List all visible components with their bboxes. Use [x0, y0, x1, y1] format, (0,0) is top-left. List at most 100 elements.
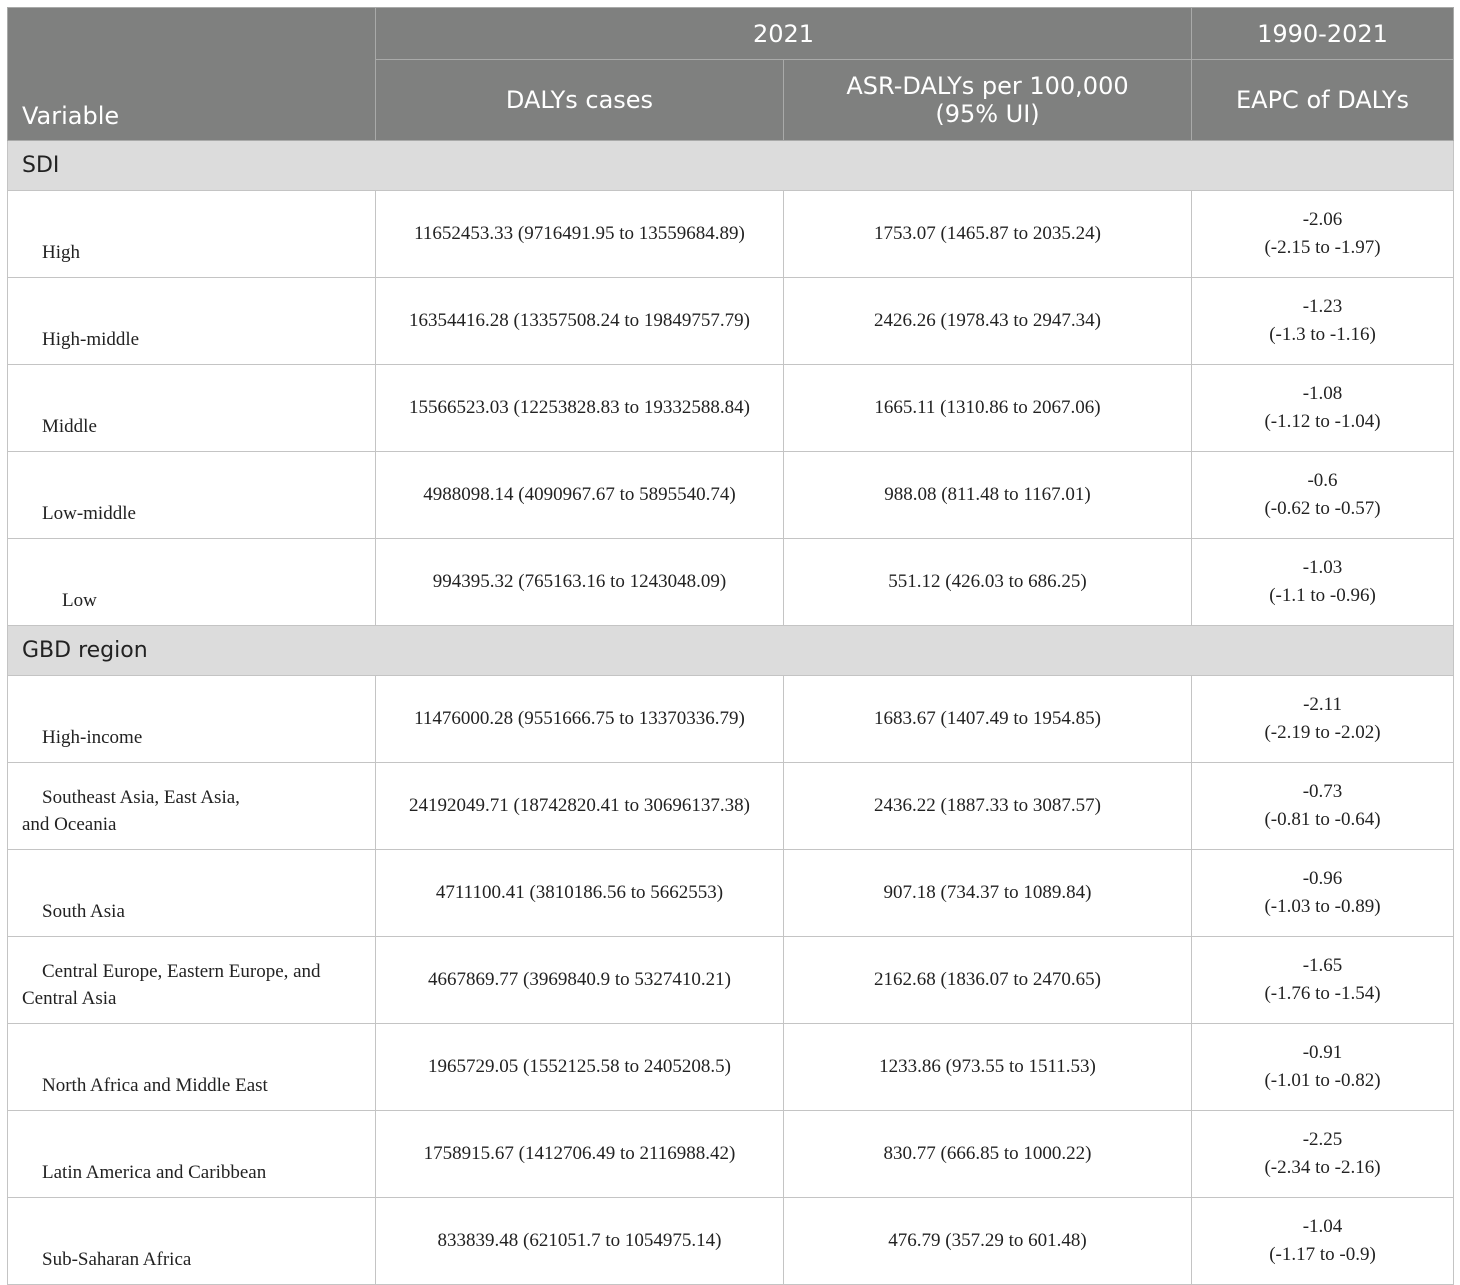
- dalys-cases-cell: 1965729.05 (1552125.58 to 2405208.5): [375, 1023, 784, 1111]
- eapc-interval: (-2.34 to -2.16): [1264, 1157, 1381, 1178]
- eapc-value: -2.11: [1303, 694, 1342, 715]
- eapc-cell: -2.25 (-2.34 to -2.16): [1191, 1110, 1455, 1198]
- eapc-value: -1.04: [1302, 1216, 1343, 1237]
- asr-dalys-cell: 907.18 (734.37 to 1089.84): [782, 849, 1193, 937]
- header-asr-line2: (95% UI): [935, 100, 1040, 128]
- row-label: Low-middle: [7, 451, 376, 539]
- row-label-line1: Latin America and Caribbean: [42, 1162, 267, 1183]
- row-label: Latin America and Caribbean: [7, 1110, 376, 1198]
- eapc-cell: -1.23 (-1.3 to -1.16): [1191, 277, 1455, 365]
- row-label-line2: Central Asia: [22, 988, 117, 1009]
- row-label: Southeast Asia, East Asia, and Oceania: [7, 762, 376, 850]
- table-container: Variable 2021 1990-2021 DALYs cases ASR-…: [6, 7, 1455, 1285]
- table-row: Low-middle 4988098.14 (4090967.67 to 5895…: [7, 451, 1455, 539]
- row-label: Sub-Saharan Africa: [7, 1197, 376, 1285]
- header-asr-dalys: ASR-DALYs per 100,000 (95% UI): [782, 59, 1193, 141]
- row-label-line1: High-middle: [42, 329, 140, 350]
- asr-dalys-cell: 1753.07 (1465.87 to 2035.24): [782, 190, 1193, 278]
- table-header: Variable 2021 1990-2021 DALYs cases ASR-…: [7, 7, 1455, 141]
- eapc-cell: -0.73 (-0.81 to -0.64): [1191, 762, 1455, 850]
- eapc-interval: (-1.1 to -0.96): [1269, 585, 1376, 606]
- eapc-cell: -1.08 (-1.12 to -1.04): [1191, 364, 1455, 452]
- row-label: Central Europe, Eastern Europe, and Centr…: [7, 936, 376, 1024]
- table-row: Low 994395.32 (765163.16 to 1243048.09) 55…: [7, 538, 1455, 626]
- eapc-interval: (-1.3 to -1.16): [1269, 324, 1376, 345]
- section-header-row: SDI: [6, 140, 1455, 191]
- row-label: South Asia: [7, 849, 376, 937]
- table-row: High 11652453.33 (9716491.95 to 13559684.…: [7, 190, 1455, 278]
- section-title: SDI: [6, 140, 1455, 191]
- table-row: South Asia 4711100.41 (3810186.56 to 5662…: [7, 849, 1455, 937]
- row-label-line1: Southeast Asia, East Asia,: [42, 787, 240, 808]
- dalys-cases-cell: 15566523.03 (12253828.83 to 19332588.84): [375, 364, 784, 452]
- row-label-line2: and Oceania: [22, 814, 117, 835]
- asr-dalys-cell: 476.79 (357.29 to 601.48): [782, 1197, 1193, 1285]
- eapc-interval: (-0.62 to -0.57): [1264, 498, 1381, 519]
- dalys-cases-cell: 4711100.41 (3810186.56 to 5662553): [375, 849, 784, 937]
- asr-dalys-cell: 1683.67 (1407.49 to 1954.85): [782, 675, 1193, 763]
- table-row: High-income 11476000.28 (9551666.75 to 13…: [7, 675, 1455, 763]
- asr-dalys-cell: 551.12 (426.03 to 686.25): [782, 538, 1193, 626]
- table-row: Central Europe, Eastern Europe, and Centr…: [7, 936, 1455, 1024]
- row-label-line1: North Africa and Middle East: [42, 1075, 268, 1096]
- row-label-line1: Low-middle: [42, 503, 136, 524]
- table-body: SDI High 11652453.33 (9716491.95 to 135596…: [6, 140, 1455, 1285]
- eapc-value: -0.91: [1302, 1042, 1343, 1063]
- asr-dalys-cell: 1233.86 (973.55 to 1511.53): [782, 1023, 1193, 1111]
- dalys-cases-cell: 4988098.14 (4090967.67 to 5895540.74): [375, 451, 784, 539]
- eapc-cell: -1.03 (-1.1 to -0.96): [1191, 538, 1455, 626]
- eapc-interval: (-1.17 to -0.9): [1269, 1244, 1376, 1265]
- asr-dalys-cell: 2436.22 (1887.33 to 3087.57): [782, 762, 1193, 850]
- eapc-value: -0.96: [1302, 868, 1343, 889]
- eapc-value: -1.65: [1302, 955, 1343, 976]
- table-row: High-middle 16354416.28 (13357508.24 to 1…: [7, 277, 1455, 365]
- eapc-cell: -0.96 (-1.03 to -0.89): [1191, 849, 1455, 937]
- eapc-interval: (-0.81 to -0.64): [1264, 809, 1381, 830]
- table-row: Southeast Asia, East Asia, and Oceania 241…: [7, 762, 1455, 850]
- row-label-line1: Central Europe, Eastern Europe, and: [42, 961, 321, 982]
- eapc-value: -1.23: [1302, 296, 1343, 317]
- eapc-value: -2.25: [1302, 1129, 1343, 1150]
- row-label: High-middle: [7, 277, 376, 365]
- row-label: High: [7, 190, 376, 278]
- header-dalys-cases: DALYs cases: [375, 59, 784, 141]
- header-asr-line1: ASR-DALYs per 100,000: [846, 72, 1129, 100]
- row-label-line1: Low: [62, 590, 97, 611]
- dalys-table: Variable 2021 1990-2021 DALYs cases ASR-…: [6, 7, 1455, 1285]
- eapc-interval: (-1.12 to -1.04): [1264, 411, 1381, 432]
- eapc-value: -2.06: [1302, 209, 1343, 230]
- asr-dalys-cell: 988.08 (811.48 to 1167.01): [782, 451, 1193, 539]
- dalys-cases-cell: 994395.32 (765163.16 to 1243048.09): [375, 538, 784, 626]
- eapc-interval: (-2.15 to -1.97): [1264, 237, 1381, 258]
- eapc-value: -1.03: [1302, 557, 1343, 578]
- table-row: Latin America and Caribbean 1758915.67 (1…: [7, 1110, 1455, 1198]
- dalys-cases-cell: 1758915.67 (1412706.49 to 2116988.42): [375, 1110, 784, 1198]
- section-title: GBD region: [6, 625, 1455, 676]
- row-label: Low: [7, 538, 376, 626]
- row-label-line1: South Asia: [42, 901, 125, 922]
- eapc-interval: (-1.01 to -0.82): [1264, 1070, 1381, 1091]
- eapc-cell: -2.11 (-2.19 to -2.02): [1191, 675, 1455, 763]
- asr-dalys-cell: 830.77 (666.85 to 1000.22): [782, 1110, 1193, 1198]
- dalys-cases-cell: 11476000.28 (9551666.75 to 13370336.79): [375, 675, 784, 763]
- row-label-line1: High-income: [42, 727, 143, 748]
- dalys-cases-cell: 4667869.77 (3969840.9 to 5327410.21): [375, 936, 784, 1024]
- eapc-interval: (-1.76 to -1.54): [1264, 983, 1381, 1004]
- table-row: Middle 15566523.03 (12253828.83 to 193325…: [7, 364, 1455, 452]
- eapc-value: -0.6: [1307, 470, 1338, 491]
- row-label: Middle: [7, 364, 376, 452]
- row-label-line1: Middle: [42, 416, 97, 437]
- row-label-line1: Sub-Saharan Africa: [42, 1249, 192, 1270]
- header-group-trend: 1990-2021: [1191, 7, 1455, 60]
- row-label: High-income: [7, 675, 376, 763]
- eapc-cell: -1.65 (-1.76 to -1.54): [1191, 936, 1455, 1024]
- eapc-cell: -2.06 (-2.15 to -1.97): [1191, 190, 1455, 278]
- table-row: North Africa and Middle East 1965729.05 (…: [7, 1023, 1455, 1111]
- asr-dalys-cell: 2162.68 (1836.07 to 2470.65): [782, 936, 1193, 1024]
- asr-dalys-cell: 2426.26 (1978.43 to 2947.34): [782, 277, 1193, 365]
- header-variable: Variable: [7, 7, 376, 141]
- eapc-cell: -1.04 (-1.17 to -0.9): [1191, 1197, 1455, 1285]
- row-label: North Africa and Middle East: [7, 1023, 376, 1111]
- dalys-cases-cell: 833839.48 (621051.7 to 1054975.14): [375, 1197, 784, 1285]
- section-header-row: GBD region: [6, 625, 1455, 676]
